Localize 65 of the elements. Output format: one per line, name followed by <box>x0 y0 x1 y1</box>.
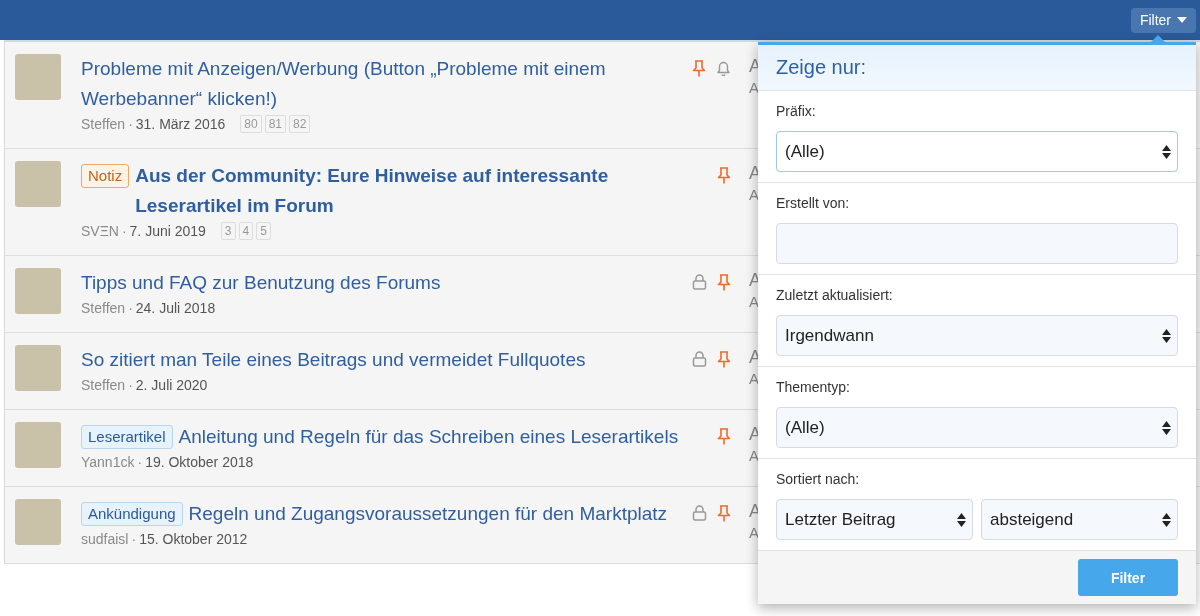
meta-separator: · <box>131 530 137 549</box>
prefix-label[interactable]: Notiz <box>81 164 130 188</box>
author-link[interactable]: Yann1ck <box>81 452 135 472</box>
thread-date: 31. März 2016 <box>135 115 226 134</box>
thread-title-link[interactable]: So zitiert man Teile eines Beitrags und vermeidet Fullquotes <box>81 345 681 375</box>
caret-icon <box>1177 17 1187 23</box>
field-label: Erstellt von: <box>776 195 851 211</box>
column-text: A <box>749 446 760 466</box>
up-down-arrow-icon <box>1162 512 1171 527</box>
avatar-placeholder <box>15 345 61 391</box>
up-down-arrow-icon <box>957 512 966 527</box>
meta-separator: · <box>137 453 143 472</box>
page-link[interactable]: 82 <box>289 115 311 133</box>
up-down-arrow-icon <box>1162 328 1171 343</box>
page-link[interactable]: 5 <box>256 222 271 240</box>
page-link[interactable]: 4 <box>238 222 254 240</box>
field-label: Thementyp: <box>776 379 851 395</box>
select-dropdown[interactable]: absteigend <box>981 499 1178 540</box>
meta-separator: · <box>128 299 133 318</box>
filter-dropdown-button[interactable]: Filter <box>1130 7 1196 33</box>
page-link[interactable]: 80 <box>240 115 262 133</box>
thread-date: 2. Juli 2020 <box>135 376 208 395</box>
select-dropdown[interactable]: (Alle) <box>776 407 1178 448</box>
input-field[interactable] <box>776 223 1178 264</box>
meta-separator: · <box>128 376 133 395</box>
author-link[interactable]: Steffen <box>81 298 126 318</box>
up-down-arrow-icon <box>1162 144 1171 159</box>
field-label: Präfix: <box>776 103 817 119</box>
thread-date: 19. Oktober 2018 <box>145 453 254 472</box>
page-link[interactable]: 81 <box>264 115 286 133</box>
author-link[interactable]: SVΞN <box>81 221 119 241</box>
avatar-placeholder <box>15 422 61 468</box>
author-link[interactable]: Steffen <box>81 114 126 134</box>
column-text: A <box>749 185 760 205</box>
thread-date: 15. Oktober 2012 <box>139 530 248 549</box>
popup-title: Zeige nur: <box>776 56 867 79</box>
select-dropdown[interactable]: (Alle) <box>776 131 1178 172</box>
page-link[interactable]: 3 <box>220 222 236 240</box>
thread-date: 24. Juli 2018 <box>135 299 216 318</box>
thread-title-link[interactable]: Aus der Community: Eure Hinweise auf interessante Leserartikel im Forum <box>135 161 681 221</box>
avatar-placeholder <box>15 499 61 545</box>
thread-date: 7. Juni 2019 <box>129 222 206 241</box>
thread-title-link[interactable]: Probleme mit Anzeigen/Werbung (Button „Probleme mit einem Werbebanner“ klicken!) <box>81 54 681 114</box>
meta-separator: · <box>128 115 133 134</box>
thread-title-link[interactable]: Anleitung und Regeln für das Schreiben eines Leserartikels <box>178 422 681 452</box>
column-text: A <box>749 292 760 312</box>
author-link[interactable]: sudfaisl <box>81 529 129 549</box>
field-label: Sortiert nach: <box>776 471 861 487</box>
avatar-placeholder <box>15 54 61 100</box>
up-down-arrow-icon <box>1162 420 1171 435</box>
author-link[interactable]: Steffen <box>81 375 126 395</box>
column-text: A <box>749 369 760 389</box>
filter-submit-button[interactable]: Filter <box>1078 559 1178 596</box>
select-dropdown[interactable]: Irgendwann <box>776 315 1178 356</box>
column-text: A <box>749 523 760 543</box>
prefix-label[interactable]: Leserartikel <box>81 425 173 449</box>
avatar-placeholder <box>15 161 61 207</box>
meta-separator: · <box>121 222 127 241</box>
thread-title-link[interactable]: Regeln und Zugangsvoraussetzungen für den Marktplatz <box>188 499 681 529</box>
select-dropdown[interactable]: Letzter Beitrag <box>776 499 973 540</box>
prefix-label[interactable]: Ankündigung <box>81 502 183 526</box>
thread-title-link[interactable]: Tipps und FAQ zur Benutzung des Forums <box>81 268 681 298</box>
field-label: Zuletzt aktualisiert: <box>776 287 894 303</box>
column-text: A <box>749 78 760 98</box>
avatar-placeholder <box>15 268 61 314</box>
